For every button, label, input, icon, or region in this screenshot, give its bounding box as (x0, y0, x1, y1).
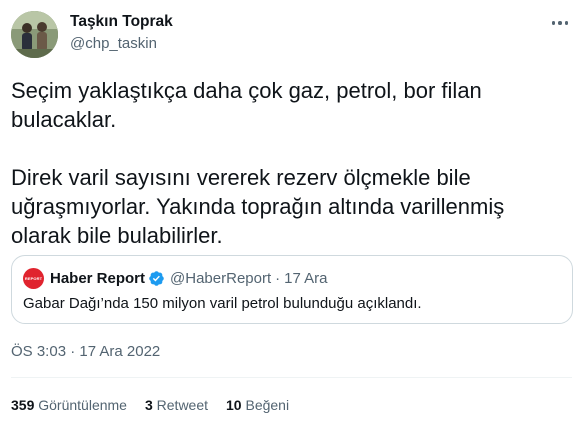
views-count: 359 (11, 397, 35, 413)
quoted-author-avatar: REPORT (23, 268, 44, 289)
quoted-date[interactable]: 17 Ara (284, 270, 327, 287)
quoted-tweet-header: REPORT Haber Report @HaberReport · 17 Ar… (23, 268, 328, 289)
retweets-label: Retweet (156, 397, 209, 413)
more-dots-icon (551, 21, 556, 25)
tweet-paragraph: Seçim yaklaştıkça daha çok gaz, petrol, … (11, 78, 482, 132)
more-options-button[interactable] (548, 14, 572, 32)
more-dots-icon-dot (564, 21, 569, 25)
quoted-author-handle: @HaberReport (170, 270, 272, 287)
avatar-photo (11, 11, 58, 58)
quoted-tweet-text: Gabar Dağı’nda 150 milyon varil petrol b… (23, 295, 422, 312)
more-dots-icon-dot (558, 21, 562, 25)
retweets-count: 3 (144, 397, 153, 413)
author-name[interactable]: Taşkın Toprak (70, 13, 173, 31)
quoted-tweet[interactable]: REPORT Haber Report @HaberReport · 17 Ar… (11, 255, 573, 324)
tweet-stats: 359 Görüntülenme 3 Retweet 10 Beğeni (11, 397, 307, 413)
tweet-card: Taşkın Toprak @chp_taskin Seçim yaklaştı… (0, 0, 582, 424)
quoted-author-logo-text: REPORT (24, 276, 43, 281)
likes-count: 10 (226, 397, 242, 413)
verified-badge-icon (149, 271, 164, 286)
tweet-timestamp[interactable]: ÖS 3:03 · 17 Ara 2022 (11, 343, 160, 360)
tweet-paragraph: Direk varil sayısını vererek rezerv ölçm… (11, 165, 505, 248)
author-handle[interactable]: @chp_taskin (70, 35, 157, 52)
author-avatar[interactable] (11, 11, 58, 58)
likes-label: Beğeni (245, 397, 290, 413)
tweet-text: Seçim yaklaştıkça daha çok gaz, petrol, … (11, 76, 566, 250)
quoted-author-name: Haber Report (50, 270, 146, 287)
quoted-separator: · (275, 270, 281, 287)
likes-stat[interactable]: 10 Beğeni (226, 397, 289, 413)
retweets-stat[interactable]: 3 Retweet (145, 397, 208, 413)
views-label: Görüntülenme (38, 397, 127, 413)
divider (11, 377, 572, 378)
views-stat[interactable]: 359 Görüntülenme (11, 397, 127, 413)
